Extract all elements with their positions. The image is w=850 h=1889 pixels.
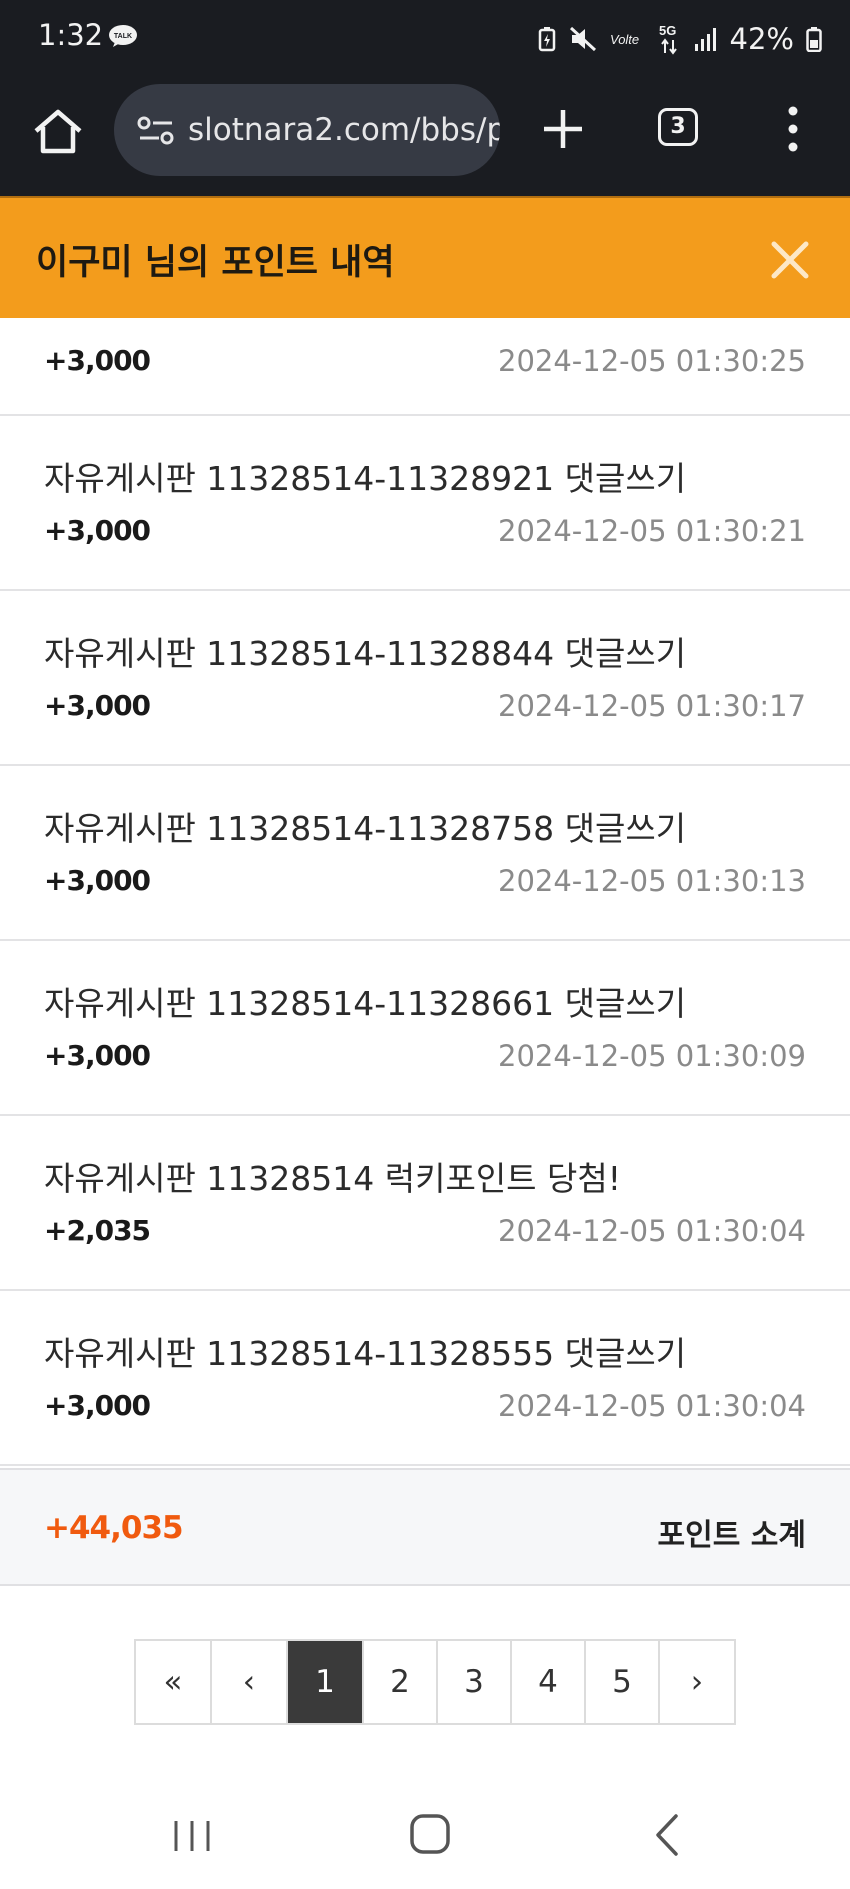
battery-percent: 42% <box>729 22 794 56</box>
close-icon[interactable] <box>768 238 812 282</box>
point-amount: +3,000 <box>44 344 151 377</box>
point-description: 자유게시판 11328514-11328555 댓글쓰기 <box>44 1334 687 1373</box>
first-page-button[interactable]: « <box>136 1641 212 1723</box>
page-button-2[interactable]: 2 <box>364 1641 438 1723</box>
list-item: +3,000 2024-12-05 01:30:25 <box>0 318 850 416</box>
point-amount: +3,000 <box>44 864 151 897</box>
point-timestamp: 2024-12-05 01:30:21 <box>498 514 806 548</box>
point-timestamp: 2024-12-05 01:30:17 <box>498 689 806 723</box>
volte-icon: Volte <box>610 32 639 47</box>
system-nav-bar <box>0 1780 850 1889</box>
new-tab-icon[interactable] <box>538 104 588 154</box>
point-description: 자유게시판 11328514-11328758 댓글쓰기 <box>44 809 687 848</box>
point-history-list: +3,000 2024-12-05 01:30:25 자유게시판 1132851… <box>0 318 850 1466</box>
battery-icon <box>806 27 822 52</box>
subtotal-label: 포인트 소계 <box>657 1518 806 1553</box>
page-button-5[interactable]: 5 <box>586 1641 660 1723</box>
list-item: 자유게시판 11328514 럭키포인트 당첨! +2,035 2024-12-… <box>0 1116 850 1291</box>
point-subtotal: +44,035 포인트 소계 <box>0 1468 850 1586</box>
recents-icon[interactable] <box>172 1818 212 1854</box>
battery-saver-icon <box>538 27 555 52</box>
page-button-4[interactable]: 4 <box>512 1641 586 1723</box>
point-timestamp: 2024-12-05 01:30:04 <box>498 1389 806 1423</box>
home-icon[interactable] <box>30 104 86 160</box>
list-item: 자유게시판 11328514-11328758 댓글쓰기 +3,000 2024… <box>0 766 850 941</box>
point-timestamp: 2024-12-05 01:30:04 <box>498 1214 806 1248</box>
address-bar[interactable]: slotnara2.com/bbs/point.php <box>114 84 500 176</box>
pagination: « ‹ 1 2 3 4 5 › <box>134 1639 736 1725</box>
list-item: 자유게시판 11328514-11328661 댓글쓰기 +3,000 2024… <box>0 941 850 1116</box>
status-bar: 1:32 TALK Volte 5G 42% <box>0 0 850 78</box>
status-time: 1:32 <box>38 18 104 52</box>
tab-switcher-icon[interactable]: 3 <box>658 108 698 146</box>
point-amount: +3,000 <box>44 1039 151 1072</box>
volte-text: Volte <box>610 32 639 47</box>
mute-icon <box>569 26 596 52</box>
5g-icon: 5G <box>659 23 677 55</box>
next-page-button[interactable]: › <box>660 1641 734 1723</box>
point-amount: +3,000 <box>44 1389 151 1422</box>
page-button-1[interactable]: 1 <box>288 1641 364 1723</box>
page-button-3[interactable]: 3 <box>438 1641 512 1723</box>
browser-toolbar: slotnara2.com/bbs/point.php 3 <box>0 78 850 196</box>
point-history-header: 이구미 님의 포인트 내역 <box>0 196 850 318</box>
point-amount: +2,035 <box>44 1214 151 1247</box>
home-nav-icon[interactable] <box>408 1812 452 1856</box>
url-text[interactable]: slotnara2.com/bbs/point.php <box>188 112 500 148</box>
point-description: 자유게시판 11328514-11328661 댓글쓰기 <box>44 984 687 1023</box>
point-amount: +3,000 <box>44 689 151 722</box>
point-timestamp: 2024-12-05 01:30:09 <box>498 1039 806 1073</box>
point-amount: +3,000 <box>44 514 151 547</box>
point-description: 자유게시판 11328514-11328844 댓글쓰기 <box>44 634 687 673</box>
status-icons: Volte 5G 42% <box>538 14 822 64</box>
subtotal-amount: +44,035 <box>44 1510 184 1546</box>
list-item: 자유게시판 11328514-11328921 댓글쓰기 +3,000 2024… <box>0 416 850 591</box>
point-description: 자유게시판 11328514 럭키포인트 당첨! <box>44 1159 621 1198</box>
back-icon[interactable] <box>652 1812 682 1858</box>
point-timestamp: 2024-12-05 01:30:25 <box>498 344 806 378</box>
talk-notification-icon: TALK <box>109 25 137 47</box>
site-info-icon[interactable] <box>136 114 176 148</box>
more-menu-icon[interactable] <box>778 102 808 156</box>
list-item: 자유게시판 11328514-11328555 댓글쓰기 +3,000 2024… <box>0 1291 850 1466</box>
talk-badge-text: TALK <box>114 33 132 40</box>
page-title: 이구미 님의 포인트 내역 <box>36 243 395 283</box>
point-timestamp: 2024-12-05 01:30:13 <box>498 864 806 898</box>
point-description: 자유게시판 11328514-11328921 댓글쓰기 <box>44 459 687 498</box>
signal-icon <box>694 28 716 51</box>
network-text: 5G <box>659 23 676 38</box>
list-item: 자유게시판 11328514-11328844 댓글쓰기 +3,000 2024… <box>0 591 850 766</box>
prev-page-button[interactable]: ‹ <box>212 1641 288 1723</box>
